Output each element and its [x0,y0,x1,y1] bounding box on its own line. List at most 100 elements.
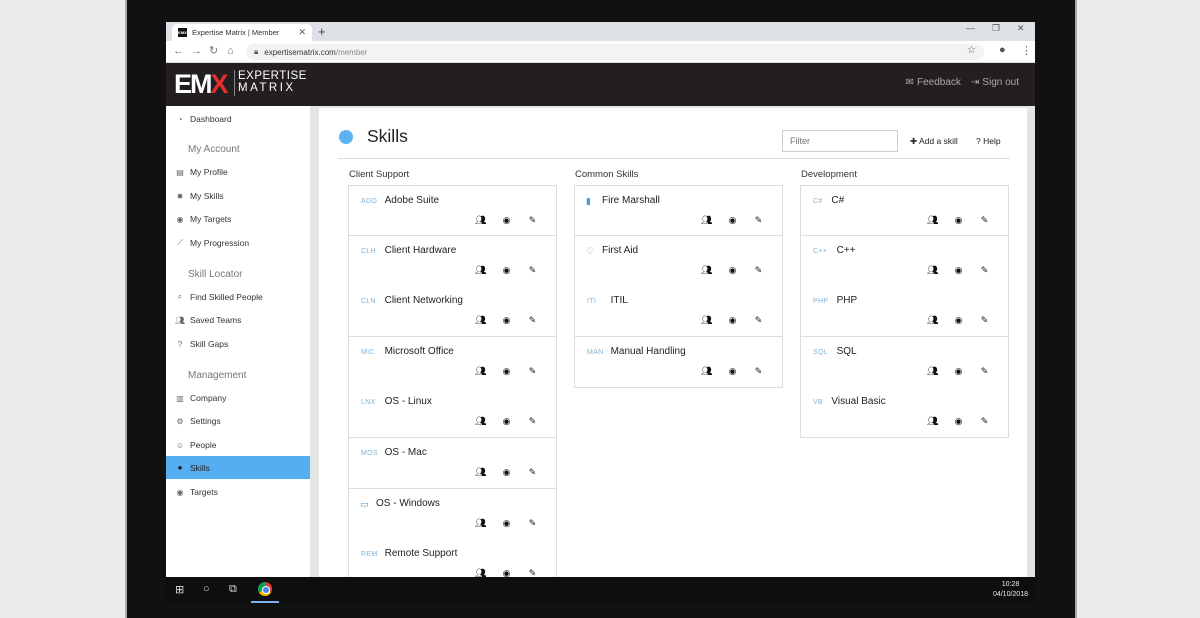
skill-card[interactable]: C++ C++ 👥︎ ◉ ✎ [800,236,1009,287]
sidebar-item-my-skills[interactable]: ✹ My Skills [166,185,310,207]
url-field[interactable]: 🔒︎ expertisematrix.com/member ☆ [246,44,984,60]
skill-name[interactable]: C++ [837,245,856,256]
skill-name[interactable]: Visual Basic [831,396,885,407]
target-icon[interactable]: ◉ [501,265,512,276]
browser-tab[interactable]: EMX Expertise Matrix | Member ✕ [172,24,312,41]
back-icon[interactable]: ← [173,44,184,59]
sidebar-item-skill-gaps[interactable]: ? Skill Gaps [166,333,310,355]
edit-icon[interactable]: ✎ [527,416,538,427]
restore-icon[interactable]: ❐ [992,23,1000,34]
edit-icon[interactable]: ✎ [753,315,764,326]
feedback-link[interactable]: ✉ Feedback [906,77,961,88]
edit-icon[interactable]: ✎ [527,518,538,529]
sidebar-item-saved-teams[interactable]: 👥︎ Saved Teams [166,309,310,331]
minimize-icon[interactable]: — [966,23,975,33]
chrome-taskbar-icon[interactable] [258,582,272,596]
edit-icon[interactable]: ✎ [979,416,990,427]
edit-icon[interactable]: ✎ [979,315,990,326]
menu-kebab-icon[interactable]: ⋮ [1021,44,1032,57]
new-tab-button[interactable]: + [318,24,326,39]
sidebar-item-my-progression[interactable]: ⟋ My Progression [166,232,310,254]
sidebar-item-skills[interactable]: ● Skills [166,456,310,479]
target-icon[interactable]: ◉ [501,215,512,226]
skill-card[interactable]: MAN Manual Handling 👥︎ ◉ ✎ [574,337,783,388]
people-icon[interactable]: 👥︎ [475,518,486,529]
sidebar-item-targets[interactable]: ◉ Targets [166,481,310,503]
skill-name[interactable]: Client Networking [385,295,463,306]
people-icon[interactable]: 👥︎ [475,215,486,226]
skill-name[interactable]: Fire Marshall [602,195,660,206]
edit-icon[interactable]: ✎ [979,215,990,226]
edit-icon[interactable]: ✎ [753,265,764,276]
target-icon[interactable]: ◉ [953,366,964,377]
people-icon[interactable]: 👥︎ [927,215,938,226]
sidebar-item-find-skilled-people[interactable]: ⌕ Find Skilled People [166,286,310,308]
bookmark-star-icon[interactable]: ☆ [967,45,976,56]
skill-name[interactable]: Remote Support [385,548,458,559]
target-icon[interactable]: ◉ [501,518,512,529]
target-icon[interactable]: ◉ [501,366,512,377]
target-icon[interactable]: ◉ [727,315,738,326]
filter-input[interactable] [782,130,898,152]
target-icon[interactable]: ◉ [501,467,512,478]
add-skill-button[interactable]: ✚ Add a skill [910,136,958,147]
skill-card[interactable]: ADO Adobe Suite 👥︎ ◉ ✎ [348,185,557,236]
target-icon[interactable]: ◉ [953,416,964,427]
target-icon[interactable]: ◉ [501,315,512,326]
skill-card[interactable]: MOS OS - Mac 👥︎ ◉ ✎ [348,438,557,489]
target-icon[interactable]: ◉ [953,215,964,226]
skill-card[interactable]: C# C# 👥︎ ◉ ✎ [800,185,1009,236]
skill-name[interactable]: OS - Linux [385,396,432,407]
windows-start-icon[interactable]: ⊞ [175,583,184,596]
skill-name[interactable]: C# [831,195,844,206]
target-icon[interactable]: ◉ [501,416,512,427]
edit-icon[interactable]: ✎ [527,366,538,377]
profile-icon[interactable]: ● [999,44,1006,56]
edit-icon[interactable]: ✎ [527,315,538,326]
skill-name[interactable]: OS - Windows [376,498,440,509]
sidebar-item-my-profile[interactable]: ▤ My Profile [166,161,310,183]
reload-icon[interactable]: ↻ [209,44,218,59]
sidebar-item-my-targets[interactable]: ◉ My Targets [166,208,310,230]
home-icon[interactable]: ⌂ [227,44,234,59]
edit-icon[interactable]: ✎ [753,215,764,226]
forward-icon[interactable]: → [191,44,202,59]
skill-card[interactable]: SQL SQL 👥︎ ◉ ✎ [800,337,1009,388]
skill-name[interactable]: PHP [837,295,858,306]
sidebar-item-company[interactable]: ▥ Company [166,387,310,409]
sidebar-item-people[interactable]: ☺ People [166,434,310,456]
skill-name[interactable]: Manual Handling [611,346,686,357]
people-icon[interactable]: 👥︎ [927,265,938,276]
signout-link[interactable]: ⇥ Sign out [971,77,1019,88]
skill-card[interactable]: ♡ First Aid 👥︎ ◉ ✎ [574,236,783,287]
edit-icon[interactable]: ✎ [979,265,990,276]
skill-card[interactable]: ▭ OS - Windows 👥︎ ◉ ✎ [348,489,557,540]
people-icon[interactable]: 👥︎ [475,416,486,427]
skill-card[interactable]: CLH Client Hardware 👥︎ ◉ ✎ [348,236,557,287]
skill-name[interactable]: ITIL [611,295,628,306]
people-icon[interactable]: 👥︎ [701,315,712,326]
cortana-icon[interactable]: ○ [203,583,210,595]
skill-name[interactable]: OS - Mac [385,447,427,458]
skill-card[interactable]: PHP PHP 👥︎ ◉ ✎ [800,286,1009,337]
taskbar-clock[interactable]: 10:28 04/10/2018 [993,580,1028,600]
skill-name[interactable]: Client Hardware [385,245,457,256]
skill-card[interactable]: VB Visual Basic 👥︎ ◉ ✎ [800,387,1009,438]
edit-icon[interactable]: ✎ [527,265,538,276]
target-icon[interactable]: ◉ [727,215,738,226]
skill-name[interactable]: Adobe Suite [385,195,440,206]
people-icon[interactable]: 👥︎ [927,366,938,377]
people-icon[interactable]: 👥︎ [927,416,938,427]
people-icon[interactable]: 👥︎ [475,315,486,326]
window-close-icon[interactable]: ✕ [1017,23,1025,34]
skill-card[interactable]: ITI ITIL 👥︎ ◉ ✎ [574,286,783,337]
people-icon[interactable]: 👥︎ [701,366,712,377]
target-icon[interactable]: ◉ [727,366,738,377]
sidebar-item-settings[interactable]: ⚙ Settings [166,410,310,432]
task-view-icon[interactable]: ⧉ [229,583,237,596]
skill-card[interactable]: ▮ Fire Marshall 👥︎ ◉ ✎ [574,185,783,236]
people-icon[interactable]: 👥︎ [701,265,712,276]
target-icon[interactable]: ◉ [953,315,964,326]
skill-name[interactable]: SQL [837,346,857,357]
people-icon[interactable]: 👥︎ [701,215,712,226]
